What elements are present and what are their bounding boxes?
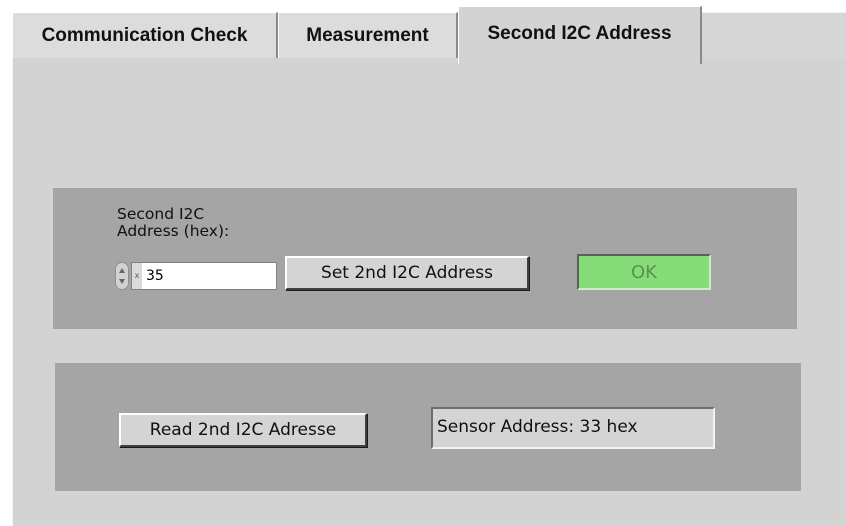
tab-panel-second-i2c-address: Second I2C Address (hex): x 35 Set 2nd I… [12,58,846,526]
tab-measurement[interactable]: Measurement [278,12,458,58]
set-address-group: Second I2C Address (hex): x 35 Set 2nd I… [53,188,797,329]
decrement-arrow-icon[interactable] [119,279,125,284]
address-value[interactable]: 35 [146,263,164,289]
read-address-group: Read 2nd I2C Adresse Sensor Address: 33 … [55,363,801,491]
increment-decrement-spinner[interactable] [115,262,129,290]
sensor-address-indicator: Sensor Address: 33 hex [431,407,715,449]
set-2nd-i2c-address-button[interactable]: Set 2nd I2C Address [285,256,529,290]
increment-arrow-icon[interactable] [119,268,125,273]
address-input[interactable]: x 35 [131,262,277,290]
address-label: Second I2C Address (hex): [117,205,230,240]
radix-indicator[interactable]: x [132,263,142,289]
status-led-ok[interactable]: OK [577,254,711,290]
tab-communication-check[interactable]: Communication Check [12,12,278,58]
tab-strip-filler [702,12,846,59]
tab-second-i2c-address[interactable]: Second I2C Address [458,6,702,64]
read-2nd-i2c-address-button[interactable]: Read 2nd I2C Adresse [119,413,367,447]
